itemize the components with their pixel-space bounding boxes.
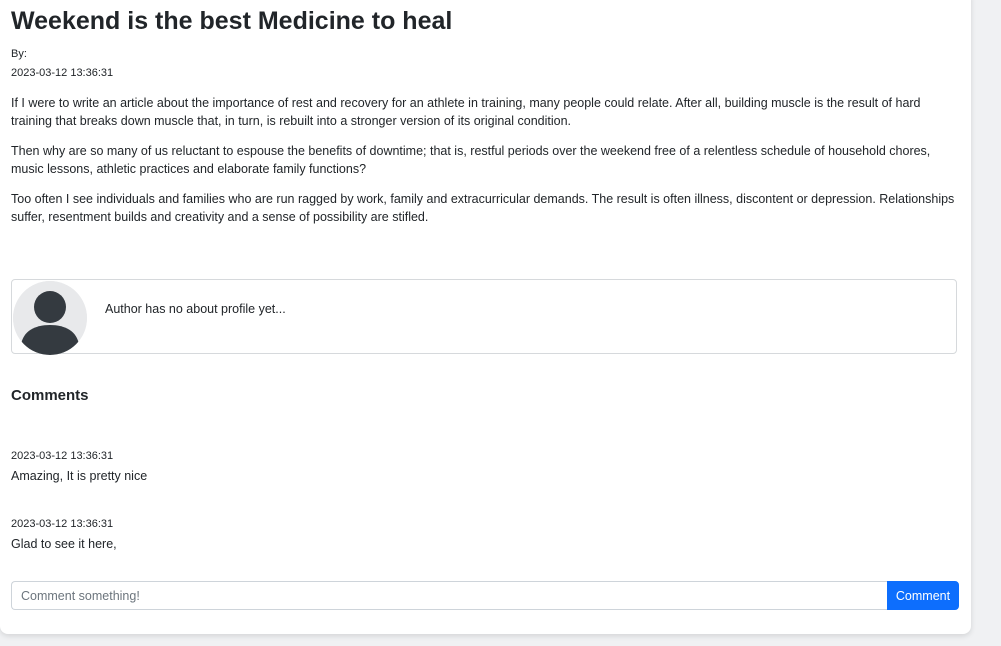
comment-text: Glad to see it here, xyxy=(11,537,117,551)
comment-date: 2023-03-12 13:36:31 xyxy=(11,450,114,462)
comment-text: Amazing, It is pretty nice xyxy=(11,469,148,483)
article-paragraph: Too often I see individuals and families… xyxy=(11,192,955,224)
article-paragraph: If I were to write an article about the … xyxy=(11,96,921,128)
article-card: Weekend is the best Medicine to heal By:… xyxy=(0,0,971,634)
article-body: If I were to write an article about the … xyxy=(11,94,961,238)
article-title: Weekend is the best Medicine to heal xyxy=(11,7,453,35)
article-date: 2023-03-12 13:36:31 xyxy=(11,67,114,79)
comment-date: 2023-03-12 13:36:31 xyxy=(11,518,114,530)
article-paragraph: Then why are so many of us reluctant to … xyxy=(11,144,931,176)
author-byline: By: xyxy=(11,48,27,60)
comment-item: 2023-03-12 13:36:31 Glad to see it here, xyxy=(11,517,117,552)
author-profile-box: Author has no about profile yet... xyxy=(11,279,957,355)
comment-item: 2023-03-12 13:36:31 Amazing, It is prett… xyxy=(11,449,147,484)
author-about-text: Author has no about profile yet... xyxy=(105,302,286,316)
comments-heading: Comments xyxy=(11,387,89,404)
comment-form: Comment xyxy=(11,581,959,610)
comment-input[interactable] xyxy=(11,581,888,610)
comment-submit-button[interactable]: Comment xyxy=(887,581,959,610)
user-avatar-icon xyxy=(13,281,87,355)
